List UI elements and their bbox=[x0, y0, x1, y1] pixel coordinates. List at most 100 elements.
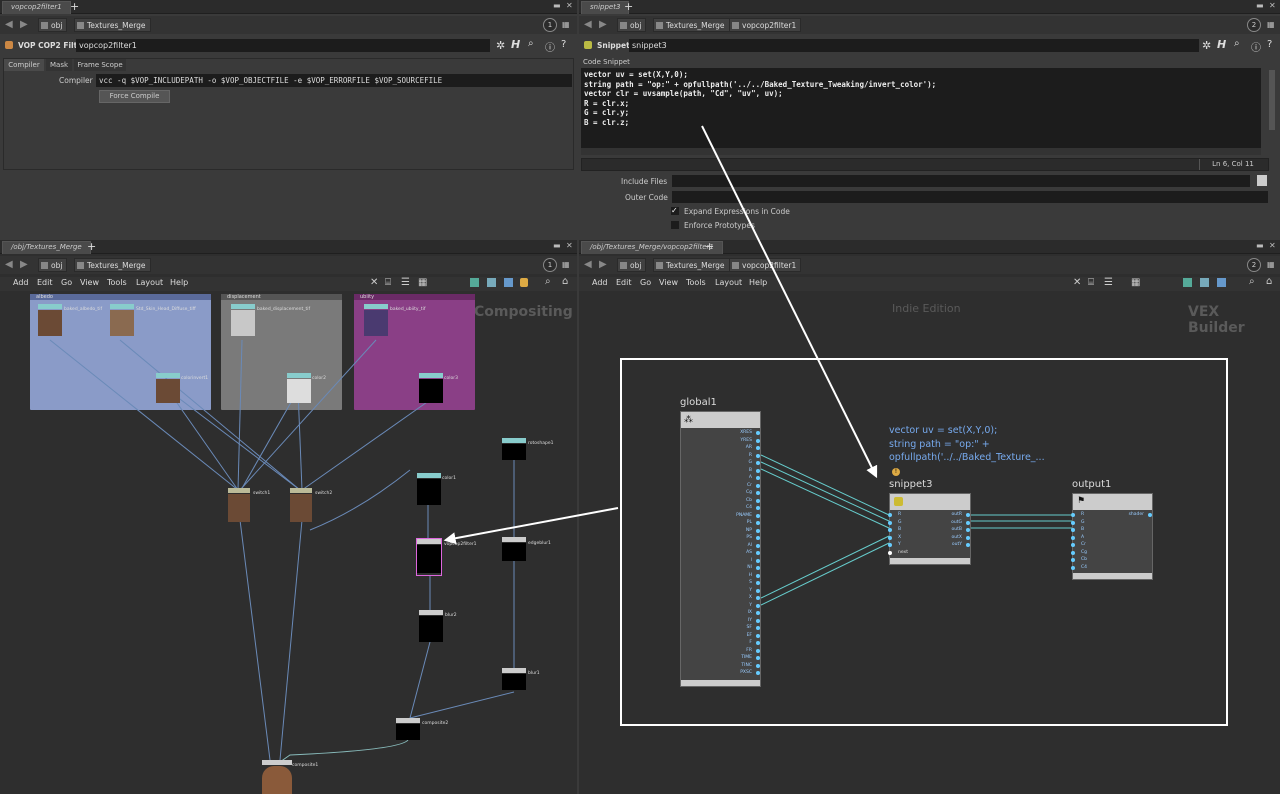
node-composite1[interactable] bbox=[262, 760, 292, 794]
node-edgeblur1[interactable] bbox=[502, 537, 526, 563]
forward-arrow-icon[interactable]: ▶ bbox=[599, 20, 607, 30]
editor-resize-handle[interactable] bbox=[581, 148, 1261, 155]
pin-badge[interactable]: 2 bbox=[1247, 18, 1261, 32]
network-icon bbox=[77, 22, 84, 29]
wire bbox=[239, 519, 271, 761]
node-switch1[interactable] bbox=[228, 488, 250, 524]
enforce-prototypes-checkbox[interactable] bbox=[671, 221, 679, 229]
op-type-label: Snippet bbox=[597, 41, 630, 50]
help-h-icon[interactable]: H bbox=[511, 38, 520, 51]
node-std-skin-head-diffuse[interactable] bbox=[110, 304, 134, 338]
path-bar: ◀ ▶ obj Textures_Merge vopcop2filter1 2 … bbox=[579, 16, 1280, 34]
tab-compiler[interactable]: Compiler bbox=[4, 59, 44, 71]
param-tabs: Compiler Mask Frame Scope Compiler vcc -… bbox=[3, 58, 574, 170]
snippet-icon bbox=[584, 41, 592, 49]
outer-code-field[interactable] bbox=[672, 191, 1268, 203]
wire bbox=[409, 641, 431, 719]
info-icon[interactable]: ⓘ bbox=[1251, 39, 1261, 54]
wire bbox=[760, 535, 890, 599]
enforce-prototypes-label: Enforce Prototypes bbox=[684, 221, 755, 230]
node-colorinvert1[interactable] bbox=[156, 373, 180, 405]
add-tab-button[interactable]: + bbox=[70, 0, 79, 13]
back-arrow-icon[interactable]: ◀ bbox=[584, 20, 592, 30]
info-icon[interactable]: ⓘ bbox=[545, 39, 555, 54]
node-baked-albedo-tif[interactable] bbox=[38, 304, 62, 338]
breadcrumb-vopcop2filter1[interactable]: vopcop2filter1 bbox=[729, 18, 802, 32]
force-compile-button[interactable]: Force Compile bbox=[99, 90, 170, 103]
node-color3[interactable] bbox=[419, 373, 443, 405]
node-rotoshape1[interactable] bbox=[502, 438, 526, 462]
compiler-field[interactable]: vcc -q $VOP_INCLUDEPATH -o $VOP_OBJECTFI… bbox=[96, 74, 572, 87]
gear-icon[interactable]: ✲ bbox=[496, 39, 505, 52]
tab-mask[interactable]: Mask bbox=[46, 59, 72, 71]
node-label: Std_Skin_Head_Diffuse_tiff bbox=[136, 307, 196, 312]
node-composite2[interactable] bbox=[396, 718, 420, 742]
vop-icon bbox=[732, 22, 739, 29]
search-icon[interactable]: ⌕ bbox=[1234, 38, 1240, 49]
node-blur2[interactable] bbox=[419, 610, 443, 644]
pin-icon[interactable]: ▦ bbox=[562, 21, 570, 29]
obj-icon bbox=[620, 22, 627, 29]
pane-menu-icon[interactable]: ▬ bbox=[553, 2, 561, 10]
file-chooser-icon[interactable] bbox=[1257, 175, 1267, 186]
op-name-field[interactable]: vopcop2filter1 bbox=[76, 39, 490, 52]
node-label: blur1 bbox=[528, 671, 540, 676]
node-label: switch1 bbox=[253, 491, 271, 496]
expand-expressions-checkbox[interactable]: ✓ bbox=[671, 207, 679, 215]
wire bbox=[237, 339, 243, 491]
wire bbox=[309, 469, 411, 531]
add-tab-button[interactable]: + bbox=[624, 0, 633, 13]
code-editor[interactable]: vector uv = set(X,Y,0); string path = "o… bbox=[581, 68, 1261, 148]
node-label: switch2 bbox=[315, 491, 333, 496]
code-line: string path = "op:" + opfullpath('../../… bbox=[584, 79, 937, 89]
breadcrumb-textures-merge[interactable]: Textures_Merge bbox=[74, 18, 151, 32]
forward-arrow-icon[interactable]: ▶ bbox=[20, 20, 28, 30]
node-blur1[interactable] bbox=[502, 668, 526, 692]
network-editor-vex-builder: /obj/Textures_Merge/vopcop2filter1 + ▬ ✕… bbox=[579, 240, 1280, 794]
help-icon[interactable]: ? bbox=[561, 39, 566, 50]
node-color1[interactable] bbox=[417, 473, 441, 507]
network-editor-compositing: /obj/Textures_Merge + ▬ ✕ ◀ ▶ obj Textur… bbox=[0, 240, 577, 794]
breadcrumb-textures-merge[interactable]: Textures_Merge bbox=[653, 18, 730, 32]
help-icon[interactable]: ? bbox=[1267, 39, 1272, 50]
pin-badge[interactable]: 1 bbox=[543, 18, 557, 32]
op-header: Snippet snippet3 ✲ H ⌕ ⓘ ? bbox=[579, 38, 1280, 54]
code-line: R = clr.x; bbox=[584, 98, 630, 108]
close-pane-icon[interactable]: ✕ bbox=[566, 2, 574, 10]
node-label: baked_displacement_tif bbox=[257, 307, 311, 312]
pin-icon[interactable]: ▦ bbox=[1267, 21, 1275, 29]
pane-menu-icon[interactable]: ▬ bbox=[1256, 2, 1264, 10]
help-h-icon[interactable]: H bbox=[1217, 38, 1226, 51]
close-pane-icon[interactable]: ✕ bbox=[1269, 2, 1277, 10]
outer-code-label: Outer Code bbox=[625, 193, 668, 202]
code-line: vector clr = uvsample(path, "Cd", "uv", … bbox=[584, 89, 783, 99]
breadcrumb-obj[interactable]: obj bbox=[617, 18, 647, 32]
search-icon[interactable]: ⌕ bbox=[528, 38, 534, 49]
tab-vopcop2filter1[interactable]: vopcop2filter1 bbox=[2, 1, 71, 14]
tab-frame-scope[interactable]: Frame Scope bbox=[74, 59, 126, 71]
node-baked-displacement-tif[interactable] bbox=[231, 304, 255, 338]
wire bbox=[301, 399, 431, 491]
node-label: color2 bbox=[312, 376, 326, 381]
node-label: colorinvert1 bbox=[181, 376, 209, 381]
tab-snippet3[interactable]: snippet3 bbox=[581, 1, 630, 14]
gear-icon[interactable]: ✲ bbox=[1202, 39, 1211, 52]
node-label: baked_albedo_tif bbox=[64, 307, 103, 312]
node-color2[interactable] bbox=[287, 373, 311, 405]
editor-scrollbar[interactable] bbox=[1269, 70, 1275, 130]
node-baked-ubiity-tif[interactable] bbox=[364, 304, 388, 338]
code-line: vector uv = set(X,Y,0); bbox=[584, 70, 688, 79]
node-switch2[interactable] bbox=[290, 488, 312, 524]
node-label: blur2 bbox=[445, 613, 457, 618]
breadcrumb-obj[interactable]: obj bbox=[38, 18, 68, 32]
breadcrumb-label: Textures_Merge bbox=[87, 21, 146, 30]
back-arrow-icon[interactable]: ◀ bbox=[5, 20, 13, 30]
op-name-field[interactable]: snippet3 bbox=[629, 39, 1199, 52]
node-vopcop2filter1[interactable] bbox=[416, 538, 442, 576]
node-label: vopcop2filter1 bbox=[444, 542, 477, 547]
include-files-field[interactable] bbox=[672, 175, 1250, 187]
wire-green bbox=[279, 739, 409, 763]
wire bbox=[279, 519, 303, 761]
compiler-label: Compiler bbox=[59, 76, 93, 85]
wire bbox=[240, 389, 299, 491]
